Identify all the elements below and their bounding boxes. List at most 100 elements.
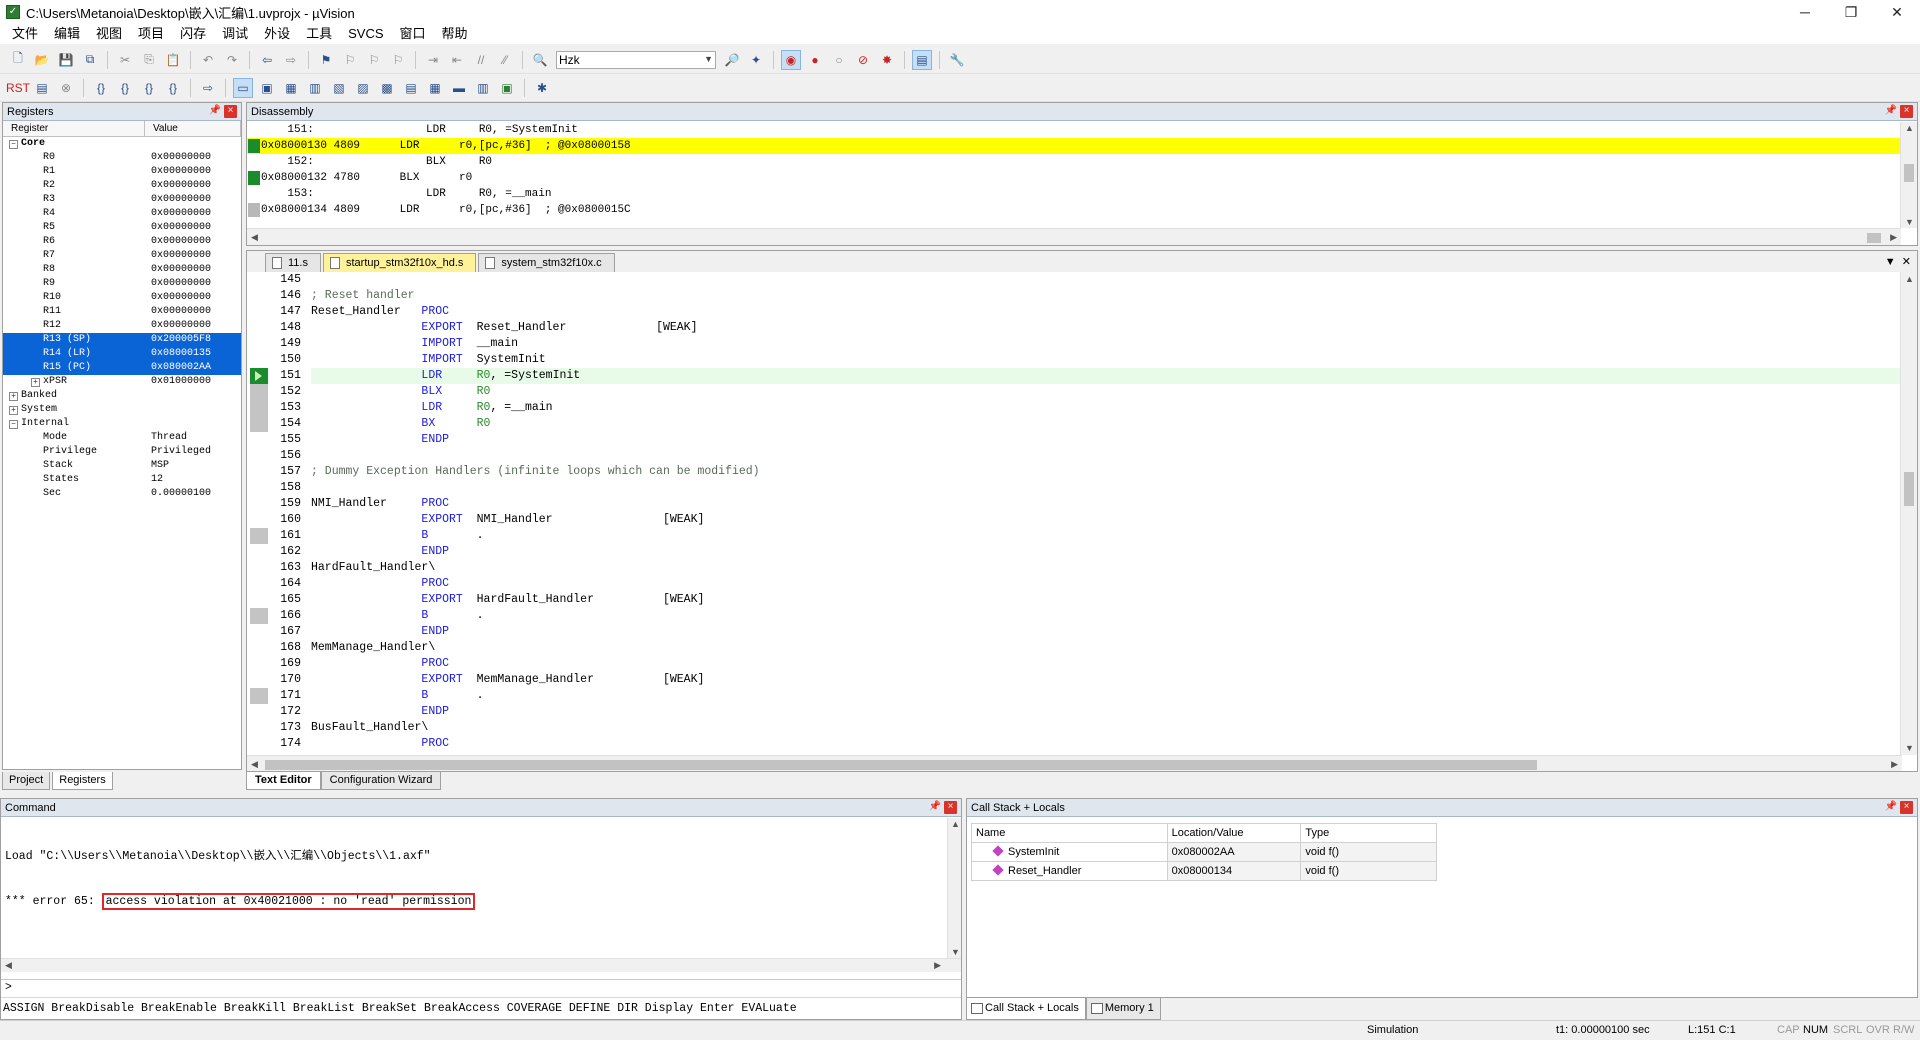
- unindent-icon[interactable]: ⇤: [447, 50, 467, 70]
- open-file-icon[interactable]: 📂: [32, 50, 52, 70]
- disasm-source-line[interactable]: 151: LDR R0, =SystemInit: [247, 122, 1901, 138]
- scroll-thumb[interactable]: [1904, 164, 1914, 182]
- menu-peripherals[interactable]: 外设: [256, 24, 298, 44]
- close-icon[interactable]: ×: [224, 105, 237, 118]
- find-icon[interactable]: 🔎: [722, 50, 742, 70]
- scroll-right-icon[interactable]: ▶: [934, 960, 941, 971]
- find-in-files-icon[interactable]: 🔍: [530, 50, 550, 70]
- next-bookmark-icon[interactable]: ⚐: [364, 50, 384, 70]
- code-line[interactable]: 148 EXPORT Reset_Handler [WEAK]: [247, 320, 1902, 336]
- run-icon[interactable]: ▤: [32, 78, 52, 98]
- save-all-icon[interactable]: ⧉: [80, 50, 100, 70]
- redo-icon[interactable]: ↷: [222, 50, 242, 70]
- close-window-button[interactable]: ✕: [1874, 0, 1920, 24]
- tree-group-system[interactable]: + System: [3, 403, 241, 417]
- paste-icon[interactable]: 📋: [163, 50, 183, 70]
- breakpoint-gutter[interactable]: [247, 608, 269, 624]
- code-line[interactable]: 146 ; Reset handler: [247, 288, 1902, 304]
- register-value[interactable]: 0x00000000: [151, 193, 211, 207]
- register-value[interactable]: 0x200005F8: [151, 333, 211, 347]
- register-value[interactable]: Thread: [151, 431, 187, 445]
- breakpoint-gutter[interactable]: [247, 400, 269, 416]
- code-line[interactable]: 145: [247, 272, 1902, 288]
- menu-edit[interactable]: 编辑: [46, 24, 88, 44]
- register-row[interactable]: R14 (LR) 0x08000135: [3, 347, 241, 361]
- scroll-right-icon[interactable]: ▶: [1890, 232, 1897, 243]
- register-value[interactable]: 0x00000000: [151, 263, 211, 277]
- register-row[interactable]: R4 0x00000000: [3, 207, 241, 221]
- register-value[interactable]: 0x01000000: [151, 375, 211, 389]
- breakpoint-gutter[interactable]: [247, 496, 269, 512]
- tab-11-s[interactable]: 11.s: [265, 253, 321, 272]
- tab-registers[interactable]: Registers: [52, 772, 113, 790]
- code-line[interactable]: 159 NMI_Handler PROC: [247, 496, 1902, 512]
- breakpoint-gutter[interactable]: [247, 560, 269, 576]
- toolbox-icon[interactable]: ▣: [497, 78, 517, 98]
- undo-icon[interactable]: ↶: [198, 50, 218, 70]
- code-line[interactable]: 172 ENDP: [247, 704, 1902, 720]
- pin-icon[interactable]: 📌: [929, 801, 941, 812]
- scroll-up-icon[interactable]: ▲: [951, 819, 960, 829]
- register-row[interactable]: R1 0x00000000: [3, 165, 241, 179]
- code-line[interactable]: 147 Reset_Handler PROC: [247, 304, 1902, 320]
- run-to-cursor-icon[interactable]: {}: [163, 78, 183, 98]
- copy-icon[interactable]: ⎘: [139, 50, 159, 70]
- scroll-up-icon[interactable]: ▲: [1905, 123, 1914, 133]
- breakpoint-gutter[interactable]: [247, 432, 269, 448]
- breakpoint-gutter[interactable]: [247, 304, 269, 320]
- code-line[interactable]: 170 EXPORT MemManage_Handler [WEAK]: [247, 672, 1902, 688]
- breakpoint-gutter[interactable]: [247, 704, 269, 720]
- register-row[interactable]: R5 0x00000000: [3, 221, 241, 235]
- register-value[interactable]: 0x00000000: [151, 235, 211, 249]
- indent-icon[interactable]: ⇥: [423, 50, 443, 70]
- comment-icon[interactable]: //: [471, 50, 491, 70]
- code-line[interactable]: 167 ENDP: [247, 624, 1902, 640]
- stop-icon[interactable]: ⊗: [56, 78, 76, 98]
- register-row[interactable]: R12 0x00000000: [3, 319, 241, 333]
- breakpoint-gutter[interactable]: [247, 368, 269, 384]
- tab-memory-1[interactable]: Memory 1: [1085, 998, 1161, 1020]
- breakpoint-gutter[interactable]: [247, 272, 269, 288]
- disassembly-hscrollbar[interactable]: ◀ ▶: [247, 228, 1901, 245]
- code-line[interactable]: 151 LDR R0, =SystemInit: [247, 368, 1902, 384]
- collapse-icon[interactable]: −: [9, 140, 18, 149]
- analysis-windows-icon[interactable]: ▦: [425, 78, 445, 98]
- register-row[interactable]: R9 0x00000000: [3, 277, 241, 291]
- serial-windows-icon[interactable]: ▤: [401, 78, 421, 98]
- call-stack-window-icon[interactable]: ▧: [329, 78, 349, 98]
- code-line[interactable]: 165 EXPORT HardFault_Handler [WEAK]: [247, 592, 1902, 608]
- scroll-thumb[interactable]: [1904, 472, 1914, 506]
- disasm-source-line[interactable]: 153: LDR R0, =__main: [247, 186, 1901, 202]
- breakpoint-gutter[interactable]: [247, 592, 269, 608]
- close-icon[interactable]: ×: [1900, 105, 1913, 118]
- scroll-down-icon[interactable]: ▼: [1905, 743, 1914, 753]
- new-file-icon[interactable]: 🗋: [8, 50, 28, 70]
- breakpoint-gutter[interactable]: [247, 320, 269, 336]
- register-value[interactable]: 0x00000000: [151, 277, 211, 291]
- scroll-left-icon[interactable]: ◀: [251, 759, 258, 770]
- register-value[interactable]: 0x00000000: [151, 291, 211, 305]
- register-row[interactable]: R2 0x00000000: [3, 179, 241, 193]
- breakpoint-gutter[interactable]: [247, 336, 269, 352]
- register-row[interactable]: R15 (PC) 0x080002AA: [3, 361, 241, 375]
- bookmark-icon[interactable]: ⚑: [316, 50, 336, 70]
- pin-icon[interactable]: 📌: [209, 105, 221, 116]
- registers-window-icon[interactable]: ▥: [305, 78, 325, 98]
- symbols-window-icon[interactable]: ▦: [281, 78, 301, 98]
- disasm-instruction-line[interactable]: 0x08000132 4780 BLX r0: [247, 170, 1901, 186]
- enable-breakpoint-icon[interactable]: ○: [829, 50, 849, 70]
- breakpoint-gutter[interactable]: [247, 624, 269, 640]
- show-next-statement-icon[interactable]: ⇨: [198, 78, 218, 98]
- register-value[interactable]: 0x00000000: [151, 319, 211, 333]
- code-line[interactable]: 164 PROC: [247, 576, 1902, 592]
- breakpoint-gutter[interactable]: [247, 480, 269, 496]
- breakpoint-gutter[interactable]: [247, 448, 269, 464]
- menu-help[interactable]: 帮助: [434, 24, 476, 44]
- col-name[interactable]: Name: [971, 823, 1168, 843]
- scroll-left-icon[interactable]: ◀: [5, 960, 12, 971]
- scroll-left-icon[interactable]: ◀: [251, 232, 258, 243]
- scroll-down-icon[interactable]: ▼: [951, 947, 960, 957]
- breakpoint-gutter[interactable]: [247, 720, 269, 736]
- register-value[interactable]: 0x00000000: [151, 151, 211, 165]
- disassembly-vscrollbar[interactable]: ▲ ▼: [1900, 122, 1917, 228]
